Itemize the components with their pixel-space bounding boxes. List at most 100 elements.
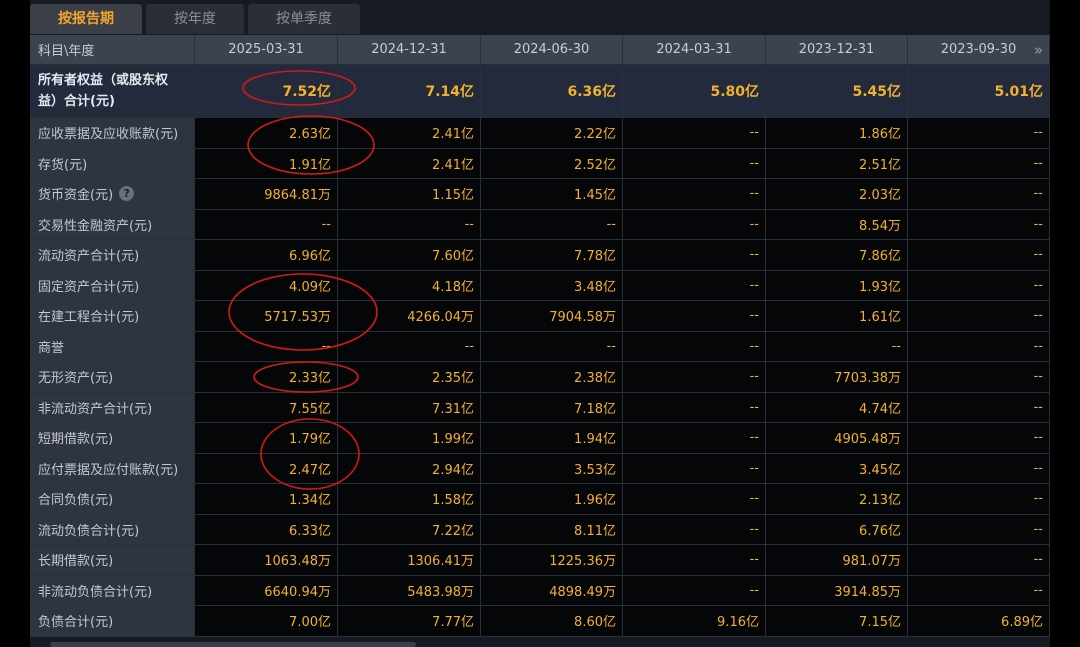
tab-by-year[interactable]: 按年度 — [146, 4, 244, 34]
table-cell: -- — [908, 270, 1050, 301]
table-cell: 2.41亿 — [338, 148, 481, 179]
table-cell: -- — [338, 331, 481, 362]
table-cell: -- — [623, 362, 766, 393]
table-cell: 2.38亿 — [481, 362, 623, 393]
table-cell: 8.54万 — [766, 209, 908, 240]
table-cell: 5.45亿 — [766, 65, 908, 118]
table-cell: 3.53亿 — [481, 453, 623, 484]
table-cell: -- — [623, 453, 766, 484]
table-cell: 4898.49万 — [481, 575, 623, 606]
table-cell: 2.41亿 — [338, 118, 481, 149]
table-cell: 7904.58万 — [481, 301, 623, 332]
table-cell: 1.79亿 — [195, 423, 338, 454]
table-cell: 3.45亿 — [766, 453, 908, 484]
header-period-label: 2023-09-30 — [940, 42, 1017, 57]
row-label: 合同负债(元) — [30, 484, 195, 515]
header-period-3[interactable]: 2024-03-31 — [623, 35, 766, 65]
header-period-5[interactable]: 2023-09-30 » — [908, 35, 1050, 65]
table-cell: 6.36亿 — [481, 65, 623, 118]
header-period-label: 2024-12-31 — [371, 42, 447, 57]
table-cell: 2.52亿 — [481, 148, 623, 179]
table-cell: 4266.04万 — [338, 301, 481, 332]
table-cell: 1.94亿 — [481, 423, 623, 454]
table-cell: -- — [623, 575, 766, 606]
row-label: 流动资产合计(元) — [30, 240, 195, 271]
row-label: 非流动负债合计(元) — [30, 575, 195, 606]
table-cell: 1.93亿 — [766, 270, 908, 301]
table-cell: -- — [623, 240, 766, 271]
table-cell: 2.94亿 — [338, 453, 481, 484]
table-cell: -- — [623, 148, 766, 179]
table-cell: -- — [623, 545, 766, 576]
row-label: 商誉 — [30, 331, 195, 362]
table-cell: -- — [908, 179, 1050, 210]
row-label-text: 商誉 — [38, 340, 65, 356]
table-cell: 2.03亿 — [766, 179, 908, 210]
table-cell: 1.99亿 — [338, 423, 481, 454]
row-label-text: 合同负债(元) — [38, 493, 114, 509]
header-period-2[interactable]: 2024-06-30 — [481, 35, 623, 65]
header-period-0[interactable]: 2025-03-31 — [195, 35, 338, 65]
table-cell: 2.13亿 — [766, 484, 908, 515]
double-chevron-right-icon[interactable]: » — [1034, 41, 1043, 59]
row-label-text: 在建工程合计(元) — [38, 310, 140, 326]
table-cell: 5.01亿 — [908, 65, 1050, 118]
tab-by-report-period[interactable]: 按报告期 — [30, 4, 142, 34]
row-label: 无形资产(元) — [30, 362, 195, 393]
table-cell: 4.18亿 — [338, 270, 481, 301]
row-label-text: 流动负债合计(元) — [38, 523, 140, 539]
table-cell: 6640.94万 — [195, 575, 338, 606]
table-cell: -- — [908, 209, 1050, 240]
table-cell: 3914.85万 — [766, 575, 908, 606]
tab-by-quarter[interactable]: 按单季度 — [248, 4, 360, 34]
row-label: 所有者权益（或股东权益）合计(元) — [30, 65, 195, 118]
table-cell: -- — [908, 362, 1050, 393]
table-cell: -- — [623, 514, 766, 545]
header-period-label: 2024-03-31 — [656, 42, 732, 57]
table-cell: 7.86亿 — [766, 240, 908, 271]
row-label: 流动负债合计(元) — [30, 514, 195, 545]
table-cell: 1063.48万 — [195, 545, 338, 576]
row-label: 在建工程合计(元) — [30, 301, 195, 332]
table-cell: -- — [766, 331, 908, 362]
table-cell: -- — [908, 484, 1050, 515]
table-cell: -- — [908, 575, 1050, 606]
table-cell: 7703.38万 — [766, 362, 908, 393]
table-cell: 1.61亿 — [766, 301, 908, 332]
table-cell: 1.96亿 — [481, 484, 623, 515]
header-period-4[interactable]: 2023-12-31 — [766, 35, 908, 65]
row-label: 应收票据及应收账款(元) — [30, 118, 195, 149]
row-label: 固定资产合计(元) — [30, 270, 195, 301]
row-label-text: 固定资产合计(元) — [38, 279, 140, 295]
header-period-1[interactable]: 2024-12-31 — [338, 35, 481, 65]
row-label-text: 存货(元) — [38, 157, 88, 173]
table-cell: 7.15亿 — [766, 606, 908, 637]
row-label-text: 流动资产合计(元) — [38, 249, 140, 265]
table-cell: -- — [338, 209, 481, 240]
table-cell: -- — [623, 392, 766, 423]
horizontal-scrollbar[interactable] — [50, 642, 416, 647]
help-circle-icon[interactable]: ? — [119, 186, 135, 202]
table-cell: 1.45亿 — [481, 179, 623, 210]
table-cell: 1.86亿 — [766, 118, 908, 149]
table-cell: 7.55亿 — [195, 392, 338, 423]
table-cell: 7.52亿 — [195, 65, 338, 118]
table-cell: 8.60亿 — [481, 606, 623, 637]
table-cell: -- — [908, 392, 1050, 423]
table-cell: 2.51亿 — [766, 148, 908, 179]
table-cell: 1.34亿 — [195, 484, 338, 515]
table-cell: 2.63亿 — [195, 118, 338, 149]
table-cell: 8.11亿 — [481, 514, 623, 545]
row-label-text: 应收票据及应收账款(元) — [38, 127, 179, 143]
table-cell: -- — [481, 331, 623, 362]
row-label-text: 货币资金(元) — [38, 188, 114, 204]
table-cell: -- — [195, 331, 338, 362]
table-cell: -- — [908, 453, 1050, 484]
row-label: 存货(元) — [30, 148, 195, 179]
table-cell: 5483.98万 — [338, 575, 481, 606]
table-cell: 7.00亿 — [195, 606, 338, 637]
period-tabs: 按报告期 按年度 按单季度 — [30, 4, 360, 34]
row-label: 长期借款(元) — [30, 545, 195, 576]
table-cell: -- — [195, 209, 338, 240]
row-label: 应付票据及应付账款(元) — [30, 453, 195, 484]
